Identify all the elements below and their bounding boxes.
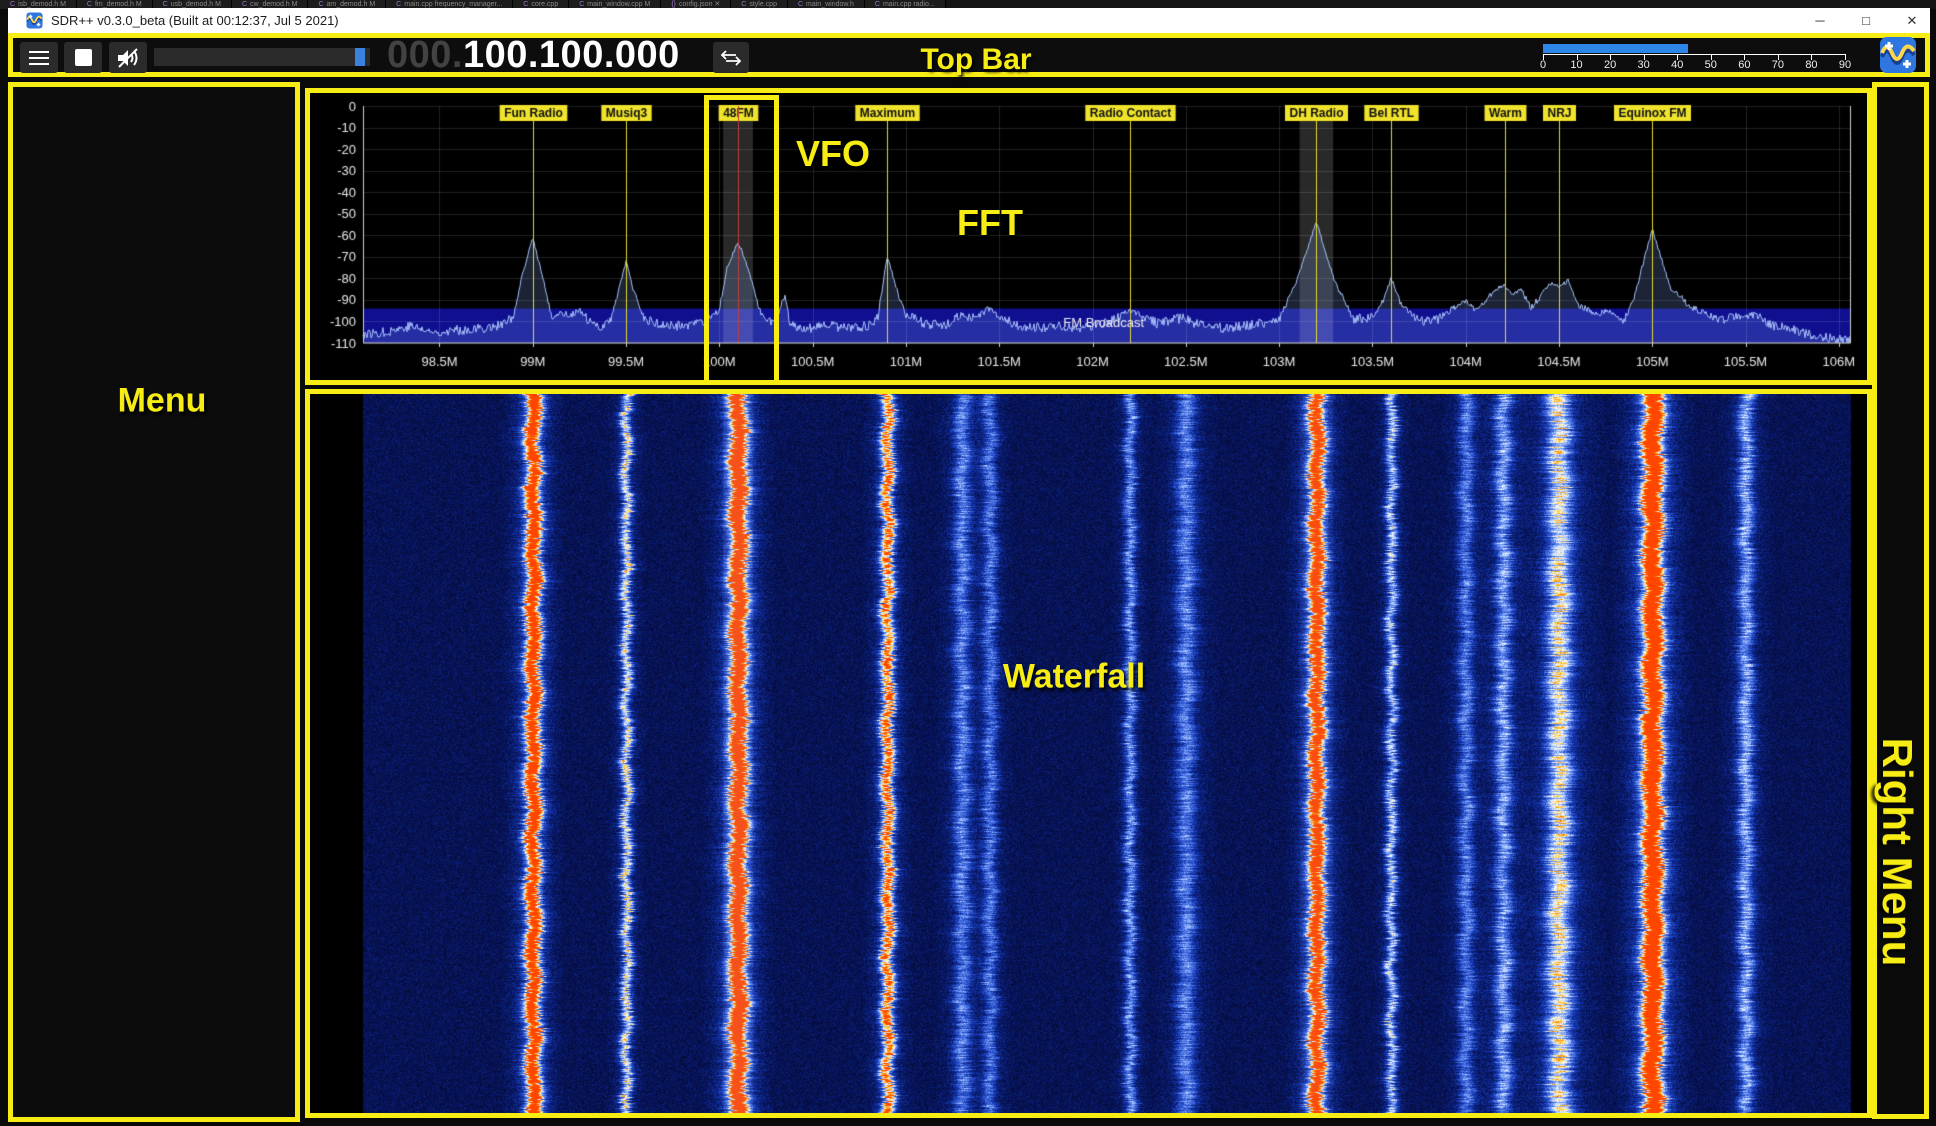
- file-icon: C: [87, 1, 92, 8]
- scale-tick-label: 10: [1570, 59, 1582, 71]
- fft-panel: [305, 88, 1872, 385]
- annotation-top-bar: Top Bar: [920, 43, 1031, 77]
- swap-arrows-icon: [720, 49, 742, 67]
- frequency-dim-digits: 000.: [387, 34, 463, 76]
- file-icon: C: [875, 1, 880, 8]
- stop-button[interactable]: [64, 42, 102, 73]
- scale-tick-label: 50: [1705, 59, 1717, 71]
- menu-toggle-button[interactable]: [20, 42, 58, 73]
- file-icon: C: [523, 1, 528, 8]
- minimize-button[interactable]: ─: [1805, 8, 1835, 33]
- annotation-vfo: VFO: [796, 133, 870, 175]
- desktop: Cisb_demod.h MCfm_demod.h MCusb_demod.h …: [0, 0, 1936, 1126]
- waterfall-panel: [305, 389, 1872, 1118]
- file-icon: C: [579, 1, 584, 8]
- scale-tick-label: 90: [1839, 59, 1851, 71]
- annotation-menu: Menu: [118, 382, 207, 421]
- annotation-right-menu: Right Menu: [1873, 738, 1921, 967]
- file-icon: C: [163, 1, 168, 8]
- volume-slider-handle[interactable]: [355, 48, 365, 66]
- maximize-button[interactable]: □: [1851, 8, 1881, 33]
- scale-tick-label: 30: [1638, 59, 1650, 71]
- file-icon: C: [798, 1, 803, 8]
- file-icon: C: [10, 1, 15, 8]
- stop-icon: [75, 49, 92, 66]
- app-icon: [26, 12, 43, 29]
- window-titlebar: SDR++ v0.3.0_beta (Built at 00:12:37, Ju…: [8, 8, 1930, 33]
- sdrpp-logo: [1879, 36, 1917, 74]
- volume-slider[interactable]: [154, 48, 370, 66]
- hamburger-icon: [29, 51, 49, 65]
- file-icon: {}: [671, 1, 676, 8]
- fft-range-axis: [1543, 54, 1845, 55]
- mute-button[interactable]: [109, 42, 147, 73]
- window-title: SDR++ v0.3.0_beta (Built at 00:12:37, Ju…: [51, 13, 339, 28]
- fft-canvas[interactable]: [310, 93, 1867, 380]
- scale-tick-label: 80: [1805, 59, 1817, 71]
- file-icon: C: [741, 1, 746, 8]
- scale-tick-label: 60: [1738, 59, 1750, 71]
- fft-range-slider[interactable]: 0 10 20 30 40 50 60 70 80 90: [1538, 41, 1858, 71]
- vfo-center-toggle-button[interactable]: [713, 42, 749, 73]
- annotation-waterfall: Waterfall: [1003, 658, 1145, 697]
- fft-range-fill: [1543, 44, 1688, 53]
- waterfall-canvas[interactable]: [310, 394, 1867, 1113]
- file-icon: C: [396, 1, 401, 8]
- file-icon: C: [318, 1, 323, 8]
- menu-panel: [8, 82, 300, 1122]
- close-button[interactable]: ✕: [1897, 8, 1927, 33]
- muted-speaker-icon: [116, 47, 140, 69]
- frequency-digits: 100.100.000: [463, 34, 680, 76]
- scale-tick-label: 40: [1671, 59, 1683, 71]
- annotation-fft: FFT: [957, 202, 1023, 244]
- scale-tick-label: 20: [1604, 59, 1616, 71]
- file-icon: C: [242, 1, 247, 8]
- scale-tick-label: 70: [1772, 59, 1784, 71]
- frequency-display[interactable]: 000.100.100.000: [387, 34, 680, 77]
- scale-tick-label: 0: [1540, 59, 1546, 71]
